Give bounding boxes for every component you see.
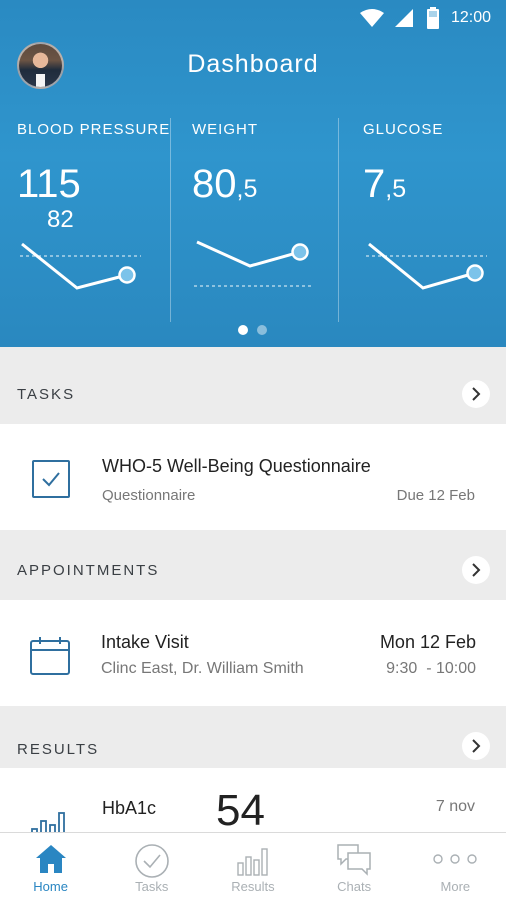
signal-icon [395, 9, 413, 27]
nav-label: Chats [337, 879, 372, 894]
nav-home[interactable]: Home [0, 833, 101, 900]
tasks-section-header: TASKS [0, 366, 506, 424]
page-title: Dashboard [187, 50, 319, 78]
task-due-date: Due 12 Feb [396, 487, 475, 504]
nav-label: Home [33, 879, 68, 894]
check-circle-icon [134, 844, 169, 878]
bottom-navigation: Home Tasks Results Chats More [0, 832, 506, 900]
appointment-item[interactable]: Intake Visit Clinc East, Dr. William Smi… [0, 600, 506, 706]
dashboard-header: 12:00 Dashboard BLOOD PRESSURE 115 82 WE… [0, 0, 506, 347]
vital-value: 7,5 [363, 162, 407, 206]
appointment-date: Mon 12 Feb [379, 632, 476, 652]
bar-chart-icon [237, 848, 268, 876]
result-date: 7 nov [435, 798, 475, 815]
vital-label: BLOOD PRESSURE [17, 121, 171, 138]
chat-bubbles-icon [337, 844, 371, 876]
home-icon [35, 845, 66, 873]
appointments-more-button[interactable] [462, 556, 490, 584]
chevron-right-icon [472, 739, 481, 753]
section-title: APPOINTMENTS [17, 562, 160, 579]
vital-label: WEIGHT [192, 121, 258, 138]
more-dots-icon [433, 854, 478, 864]
result-value: 54 [216, 786, 265, 835]
result-item[interactable]: HbA1c 54 7 nov [0, 768, 506, 838]
chevron-right-icon [472, 563, 481, 577]
page-dot[interactable] [257, 325, 267, 335]
page-dot-active[interactable] [238, 325, 248, 335]
page-indicator [238, 322, 276, 340]
nav-label: Results [231, 879, 275, 894]
divider [338, 118, 339, 322]
blood-pressure-trend-icon [20, 242, 141, 290]
task-item[interactable]: WHO-5 Well-Being Questionnaire Questionn… [0, 424, 506, 530]
appointment-location: Clinc East, Dr. William Smith [101, 660, 304, 677]
nav-tasks[interactable]: Tasks [101, 833, 202, 900]
wifi-icon [360, 9, 384, 27]
nav-chats[interactable]: Chats [304, 833, 405, 900]
appointment-time: 9:30 - 10:00 [386, 660, 476, 677]
status-bar: 12:00 [0, 0, 506, 36]
results-more-button[interactable] [462, 732, 490, 760]
nav-results[interactable]: Results [202, 833, 303, 900]
vital-value: 115 [17, 162, 81, 206]
result-name: HbA1c [102, 798, 157, 818]
appointments-section-header: APPOINTMENTS [0, 542, 506, 600]
checkbox-icon [32, 460, 70, 498]
nav-label: Tasks [135, 879, 169, 894]
tasks-more-button[interactable] [462, 380, 490, 408]
nav-label: More [440, 879, 471, 894]
section-title: RESULTS [17, 741, 100, 758]
task-title: WHO-5 Well-Being Questionnaire [102, 456, 371, 476]
weight-trend-icon [194, 240, 314, 287]
status-time: 12:00 [451, 9, 492, 26]
battery-icon [427, 7, 439, 29]
calendar-icon [30, 637, 70, 675]
vital-value: 80,5 [192, 162, 258, 206]
glucose-trend-icon [366, 242, 487, 290]
nav-more[interactable]: More [405, 833, 506, 900]
divider [170, 118, 171, 322]
appointment-title: Intake Visit [101, 632, 189, 652]
section-title: TASKS [17, 386, 76, 403]
vital-label: GLUCOSE [363, 121, 444, 138]
task-type: Questionnaire [102, 487, 196, 504]
chevron-right-icon [472, 387, 481, 401]
